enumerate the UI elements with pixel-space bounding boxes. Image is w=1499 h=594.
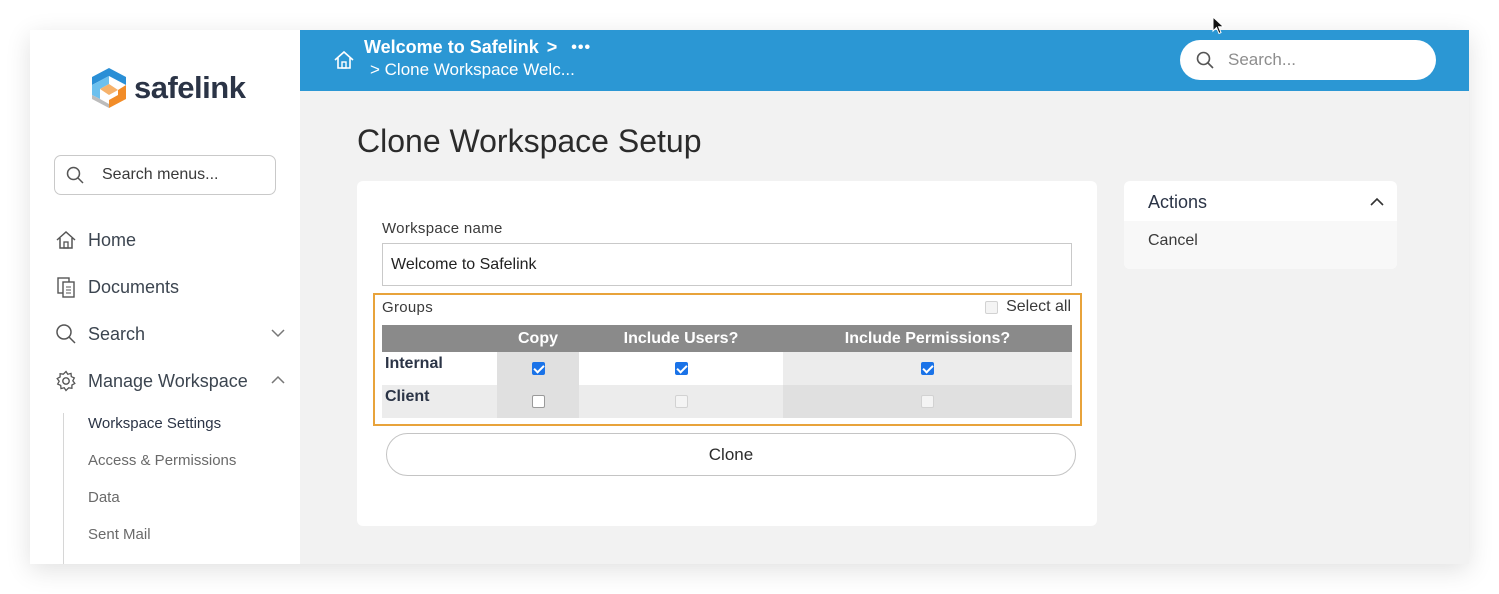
table-header-row: Copy Include Users? Include Permissions? [382, 325, 1072, 352]
actions-body: Cancel [1124, 221, 1397, 269]
mouse-cursor-icon [1212, 16, 1225, 35]
group-name: Internal [382, 352, 497, 385]
sidebar-item-label: Home [88, 229, 137, 250]
breadcrumb-separator: > [546, 37, 558, 57]
cancel-action[interactable]: Cancel [1148, 232, 1198, 250]
copy-cell [497, 385, 579, 418]
sidebar-subitem-access-permissions[interactable]: Access & Permissions [88, 452, 236, 469]
safelink-logo-icon [92, 68, 126, 108]
workspace-name-input[interactable]: Welcome to Safelink [382, 243, 1072, 286]
select-all-label: Select all [1006, 298, 1071, 315]
clone-form-card: Workspace name Welcome to Safelink Group… [357, 181, 1097, 526]
sidebar-subitem-sent-mail[interactable]: Sent Mail [88, 526, 151, 543]
menu-search-input[interactable]: Search menus... [54, 155, 276, 195]
include-users-cell [579, 352, 783, 385]
menu-search-placeholder: Search menus... [102, 166, 219, 183]
home-icon [54, 228, 78, 252]
safelink-logo[interactable]: safelink [88, 66, 246, 110]
include-permissions-checkbox[interactable] [921, 362, 934, 375]
copy-cell [497, 352, 579, 385]
chevron-down-icon[interactable] [270, 325, 286, 341]
chevron-up-icon[interactable] [270, 372, 286, 388]
chevron-up-icon[interactable] [1370, 195, 1384, 209]
search-icon [54, 322, 78, 346]
include-users-checkbox[interactable] [674, 362, 688, 375]
actions-title: Actions [1148, 192, 1208, 212]
page-title: Clone Workspace Setup [357, 123, 702, 159]
home-icon[interactable] [333, 49, 355, 71]
group-name: Client [382, 385, 497, 418]
column-header-include-users: Include Users? [623, 329, 739, 347]
search-icon [66, 166, 84, 184]
select-all-checkbox[interactable] [985, 300, 999, 314]
column-header-include-permissions: Include Permissions? [844, 329, 1011, 347]
breadcrumb-current-page: > Clone Workspace Welc... [370, 60, 575, 79]
include-users-checkbox [674, 395, 688, 408]
logo-text: safelink [134, 70, 246, 105]
sidebar-item-label: Documents [88, 276, 180, 297]
groups-table: Copy Include Users? Include Permissions?… [382, 325, 1072, 418]
table-row: Internal [382, 352, 1072, 385]
top-header-bar: Welcome to Safelink > ••• > Clone Worksp… [300, 30, 1469, 91]
groups-label: Groups [382, 299, 433, 316]
sidebar-item-manage-workspace[interactable]: Manage Workspace [54, 366, 286, 396]
table-row: Client [382, 385, 1072, 418]
actions-panel: Actions Cancel [1124, 181, 1397, 269]
sidebar-subitem-data[interactable]: Data [88, 489, 120, 506]
app-window: safelink Search menus... Home Documents … [30, 30, 1469, 564]
include-permissions-checkbox [921, 395, 934, 408]
workspace-name-label: Workspace name [382, 220, 503, 237]
column-header-copy: Copy [518, 329, 558, 347]
clone-button[interactable]: Clone [386, 433, 1076, 476]
documents-icon [54, 275, 78, 299]
breadcrumb: Welcome to Safelink > ••• [364, 37, 591, 58]
sidebar-item-documents[interactable]: Documents [54, 272, 286, 302]
groups-section: Groups Select all Copy Include Users? In… [373, 293, 1082, 426]
gear-icon [54, 369, 78, 393]
sidebar-item-search[interactable]: Search [54, 319, 286, 349]
copy-checkbox[interactable] [531, 362, 545, 375]
global-search-placeholder: Search... [1228, 50, 1297, 69]
more-icon[interactable]: ••• [571, 39, 591, 57]
sidebar-subitem-workspace-settings[interactable]: Workspace Settings [88, 415, 221, 432]
select-all-control[interactable]: Select all [985, 298, 1071, 316]
breadcrumb-workspace-link[interactable]: Welcome to Safelink [364, 37, 539, 58]
sidebar: safelink Search menus... Home Documents … [30, 30, 300, 564]
sidebar-item-label: Search [88, 323, 146, 344]
sidebar-item-label: Manage Workspace [88, 370, 248, 391]
submenu-rail [63, 413, 64, 564]
include-permissions-cell [783, 352, 1072, 385]
global-search-input[interactable]: Search... [1180, 40, 1436, 80]
include-permissions-cell [783, 385, 1072, 418]
include-users-cell [579, 385, 783, 418]
copy-checkbox[interactable] [531, 395, 545, 408]
search-icon [1196, 51, 1214, 69]
column-header-group [382, 325, 497, 352]
sidebar-item-home[interactable]: Home [54, 225, 286, 255]
